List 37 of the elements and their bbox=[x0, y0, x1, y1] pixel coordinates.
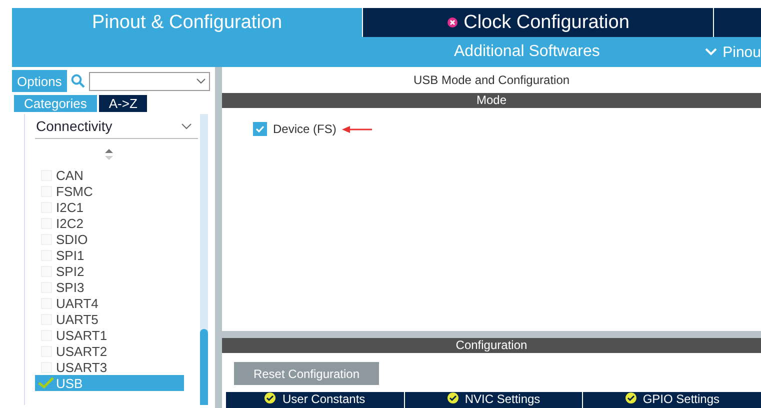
check-circle-icon bbox=[624, 392, 637, 404]
chevron-icon bbox=[181, 122, 192, 130]
peripheral-item[interactable]: I2C1 bbox=[35, 199, 184, 215]
peripheral-item[interactable]: USART1 bbox=[35, 327, 184, 343]
search-icon bbox=[70, 74, 85, 88]
option-label: Device (FS) bbox=[273, 122, 336, 136]
peripheral-item[interactable]: UART5 bbox=[35, 311, 184, 327]
arrow-icon bbox=[342, 126, 372, 132]
peripheral-item[interactable]: SDIO bbox=[35, 231, 184, 247]
peripheral-item[interactable]: I2C2 bbox=[35, 215, 184, 231]
top-tab[interactable] bbox=[714, 8, 761, 37]
scroll-arrows-icon bbox=[105, 149, 113, 160]
peripheral-item[interactable]: FSMC bbox=[35, 183, 184, 199]
peripheral-item[interactable]: USART3 bbox=[35, 359, 184, 375]
peripheral-item[interactable]: SPI1 bbox=[35, 247, 184, 263]
scrollbar[interactable] bbox=[200, 114, 208, 405]
chevron-icon bbox=[704, 48, 717, 56]
checkbox[interactable] bbox=[253, 122, 267, 136]
section-header: Mode bbox=[222, 93, 761, 108]
top-tab[interactable]: Clock Configuration bbox=[363, 8, 714, 37]
category-header[interactable]: Connectivity bbox=[35, 114, 198, 139]
check-circle-icon bbox=[446, 392, 459, 404]
config-tab[interactable]: GPIO Settings bbox=[583, 392, 761, 408]
peripheral-item[interactable]: SPI2 bbox=[35, 263, 184, 279]
search-field[interactable] bbox=[88, 72, 210, 90]
dropdown-icon bbox=[196, 78, 206, 84]
section-header: Configuration bbox=[222, 338, 761, 353]
check-circle-icon bbox=[264, 392, 276, 404]
panel-title: USB Mode and Configuration bbox=[412, 72, 571, 89]
peripheral-item[interactable]: USART2 bbox=[35, 343, 184, 359]
peripheral-item[interactable]: UART4 bbox=[35, 295, 184, 311]
check-icon bbox=[255, 124, 265, 134]
config-tab[interactable]: User Constants bbox=[226, 392, 404, 408]
peripheral-item[interactable]: CAN bbox=[35, 167, 184, 183]
peripheral-item[interactable]: SPI3 bbox=[35, 279, 184, 295]
view-tab[interactable]: A->Z bbox=[98, 95, 148, 112]
config-tab[interactable]: NVIC Settings bbox=[404, 392, 582, 408]
